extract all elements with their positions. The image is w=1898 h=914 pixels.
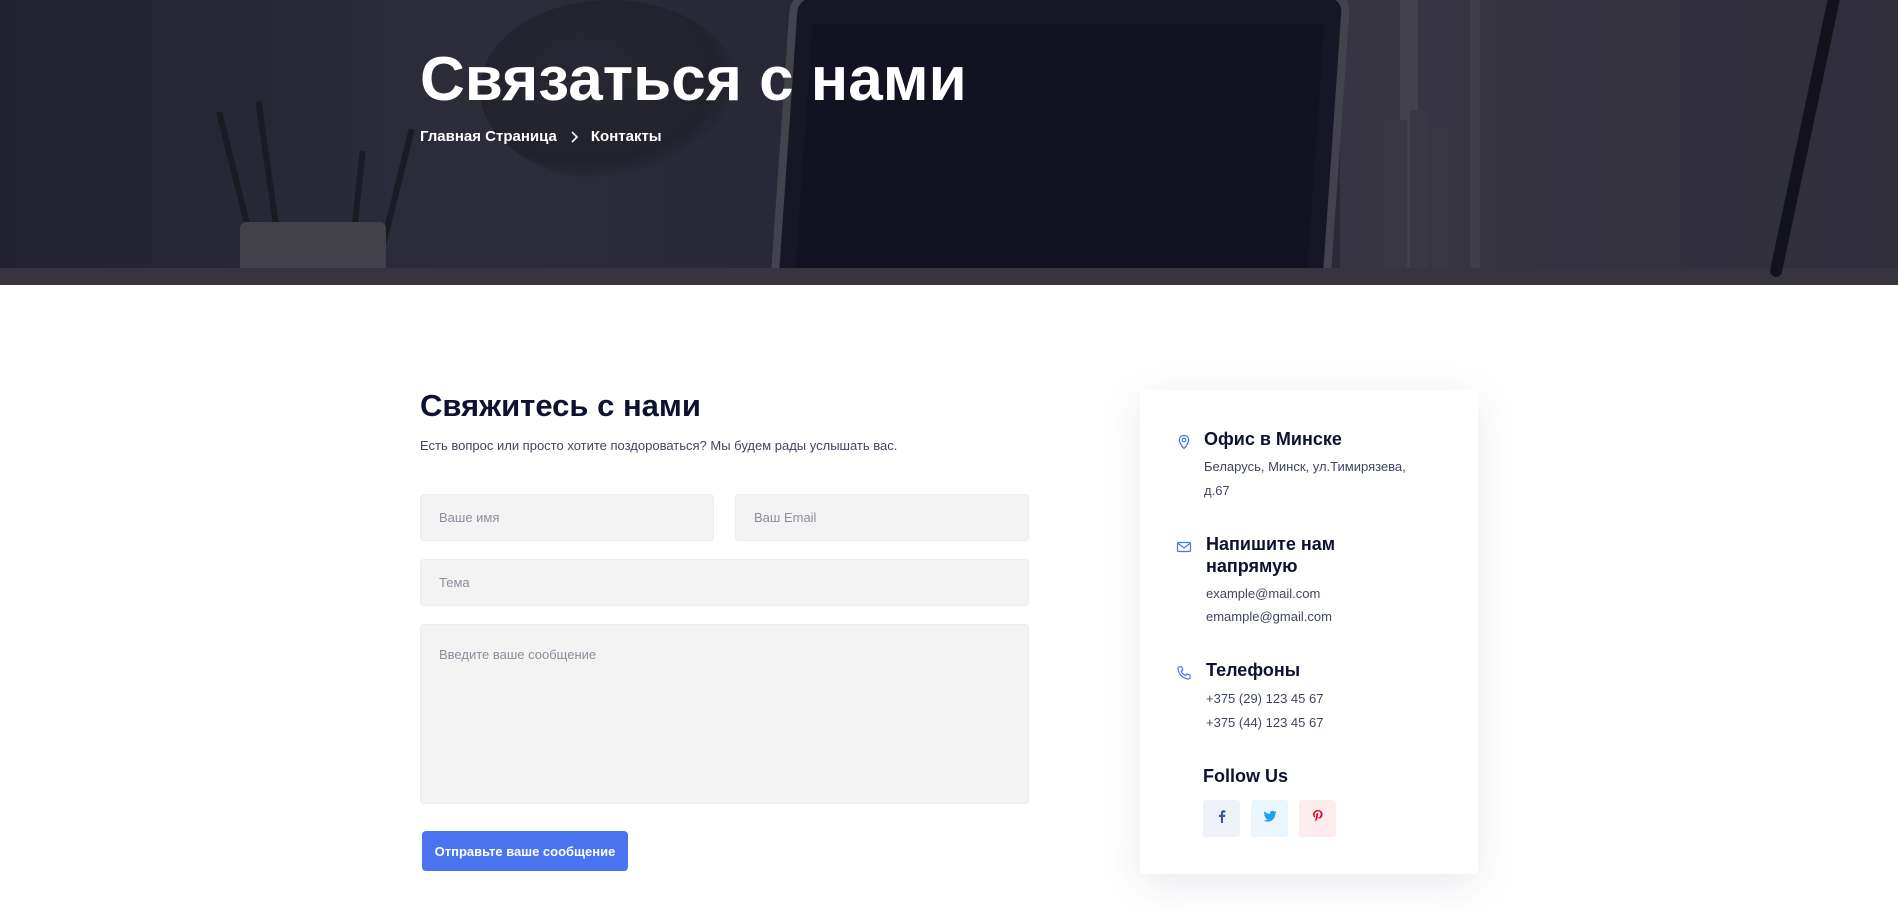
email-address[interactable]: emample@gmail.com [1206, 605, 1332, 629]
twitter-button[interactable] [1251, 800, 1288, 837]
breadcrumb: Главная Страница Контакты [420, 128, 662, 145]
email-title-line: Напишите нам [1206, 534, 1336, 554]
twitter-icon [1263, 809, 1277, 828]
phone-number[interactable]: +375 (44) 123 45 67 [1206, 711, 1323, 735]
phone-number[interactable]: +375 (29) 123 45 67 [1206, 687, 1323, 711]
submit-button[interactable]: Отправьте ваше сообщение [422, 831, 628, 871]
follow-us-title: Follow Us [1203, 766, 1288, 786]
form-title: Свяжитесь с нами [420, 388, 701, 423]
message-textarea[interactable] [420, 624, 1029, 804]
envelope-icon [1176, 539, 1192, 555]
subject-input[interactable] [420, 559, 1029, 606]
page-title: Связаться с нами [420, 45, 967, 114]
facebook-icon [1215, 809, 1229, 828]
phone-icon [1176, 665, 1192, 681]
breadcrumb-home-link[interactable]: Главная Страница [420, 128, 557, 145]
office-address-line: Беларусь, Минск, ул.Тимирязева, [1204, 459, 1406, 474]
office-title: Офис в Минске [1204, 429, 1342, 449]
name-input[interactable] [420, 494, 714, 541]
pinterest-icon [1311, 809, 1325, 828]
phones-title: Телефоны [1206, 660, 1301, 680]
email-address[interactable]: example@mail.com [1206, 582, 1320, 606]
location-pin-icon [1176, 434, 1192, 450]
pinterest-button[interactable] [1299, 800, 1336, 837]
hero-overlay [0, 0, 1898, 285]
email-title-line: напрямую [1206, 556, 1298, 576]
facebook-button[interactable] [1203, 800, 1240, 837]
chevron-right-icon [567, 130, 581, 144]
hero-banner: Связаться с нами Главная Страница Контак… [0, 0, 1898, 285]
breadcrumb-current: Контакты [590, 128, 662, 145]
email-input[interactable] [735, 494, 1029, 541]
office-address-line: д.67 [1204, 483, 1230, 498]
form-subtitle: Есть вопрос или просто хотите поздороват… [420, 438, 898, 453]
